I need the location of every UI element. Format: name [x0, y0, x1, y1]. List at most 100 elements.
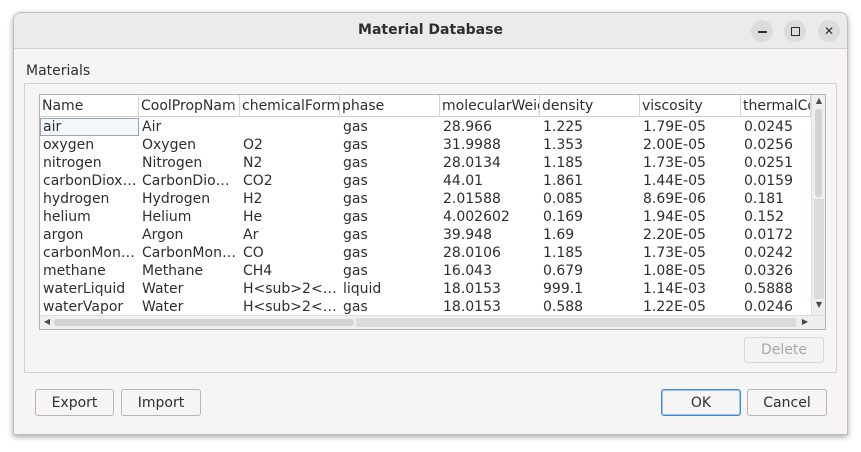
table-cell[interactable]: H<sub>2</…	[240, 298, 340, 316]
table-cell[interactable]: carbonMon…	[40, 244, 139, 262]
table-cell[interactable]: CO	[240, 244, 340, 262]
table-cell[interactable]: argon	[40, 226, 139, 244]
table-row[interactable]: carbonDiox… CarbonDio… CO2 gas 44.01 1.861 1.4…	[40, 172, 811, 190]
table-cell[interactable]: 28.0106	[440, 244, 540, 262]
table-cell[interactable]: Hydrogen	[139, 190, 240, 208]
arrow-down-icon[interactable]: ▼	[812, 300, 825, 309]
table-cell[interactable]: 44.01	[440, 172, 540, 190]
vertical-scroll-thumb[interactable]	[815, 109, 822, 197]
table-cell[interactable]: Water	[139, 298, 240, 316]
table-cell[interactable]: 1.185	[540, 244, 640, 262]
column-header-phase[interactable]: phase	[340, 95, 440, 117]
minimize-button[interactable]	[751, 20, 773, 42]
table-cell[interactable]: 1.861	[540, 172, 640, 190]
table-cell[interactable]: Methane	[139, 262, 240, 280]
table-cell[interactable]: gas	[340, 208, 440, 226]
table-cell[interactable]: 0.169	[540, 208, 640, 226]
table-cell[interactable]: 1.69	[540, 226, 640, 244]
table-cell[interactable]: 0.181	[741, 190, 811, 208]
table-cell[interactable]: 1.73E-05	[640, 154, 741, 172]
table-cell[interactable]: 18.0153	[440, 298, 540, 316]
table-cell[interactable]: H<sub>2</…	[240, 280, 340, 298]
table-row[interactable]: helium Helium He gas 4.002602 0.169 1.94E-05 0.…	[40, 208, 811, 226]
table-cell[interactable]: liquid	[340, 280, 440, 298]
table-cell[interactable]: 1.08E-05	[640, 262, 741, 280]
cancel-button[interactable]: Cancel	[747, 389, 827, 416]
table-cell[interactable]: He	[240, 208, 340, 226]
table-cell[interactable]: 1.225	[540, 118, 640, 136]
table-cell[interactable]: 1.14E-03	[640, 280, 741, 298]
column-header-viscosity[interactable]: viscosity	[640, 95, 741, 117]
horizontal-scrollbar[interactable]: ◀ ▶	[40, 315, 825, 329]
table-cell[interactable]: 0.0246	[741, 298, 811, 316]
table-row[interactable]: waterLiquid Water H<sub>2</… liquid 18.0153 9…	[40, 280, 811, 298]
table-cell[interactable]: gas	[340, 244, 440, 262]
column-header-thermalconductivity[interactable]: thermalCo	[741, 95, 811, 117]
table-cell[interactable]: gas	[340, 226, 440, 244]
table-cell[interactable]: CO2	[240, 172, 340, 190]
table-cell[interactable]: 2.20E-05	[640, 226, 741, 244]
table-cell[interactable]: helium	[40, 208, 139, 226]
table-row[interactable]: air Air gas 28.966 1.225 1.79E-05 0.0245	[40, 118, 811, 136]
table-cell[interactable]: 1.94E-05	[640, 208, 741, 226]
vertical-scroll-track[interactable]	[814, 199, 824, 299]
table-cell[interactable]: gas	[340, 172, 440, 190]
vertical-scrollbar[interactable]: ▲ ▼	[811, 95, 825, 315]
table-cell[interactable]: 0.0256	[741, 136, 811, 154]
table-cell[interactable]: 0.0242	[741, 244, 811, 262]
column-header-name[interactable]: Name	[40, 95, 139, 117]
table-cell[interactable]: CarbonDio…	[139, 172, 240, 190]
horizontal-scroll-thumb[interactable]	[54, 319, 354, 326]
table-cell[interactable]: gas	[340, 118, 440, 136]
table-cell[interactable]: 16.043	[440, 262, 540, 280]
column-header-molecularweight[interactable]: molecularWeig	[440, 95, 540, 117]
table-cell[interactable]: 0.588	[540, 298, 640, 316]
table-cell[interactable]: nitrogen	[40, 154, 139, 172]
table-cell[interactable]: 0.5888	[741, 280, 811, 298]
arrow-up-icon[interactable]: ▲	[812, 96, 825, 105]
table-cell[interactable]: Air	[139, 118, 240, 136]
table-cell[interactable]: methane	[40, 262, 139, 280]
table-cell[interactable]: N2	[240, 154, 340, 172]
table-cell[interactable]: Ar	[240, 226, 340, 244]
table-cell[interactable]: 1.185	[540, 154, 640, 172]
materials-table[interactable]: Name CoolPropNam chemicalFormu phase mol…	[39, 94, 826, 330]
table-cell[interactable]: 0.0251	[741, 154, 811, 172]
table-cell[interactable]: gas	[340, 262, 440, 280]
table-cell[interactable]: Oxygen	[139, 136, 240, 154]
horizontal-scroll-track[interactable]	[356, 318, 796, 327]
export-button[interactable]: Export	[35, 389, 114, 416]
maximize-button[interactable]	[784, 20, 806, 42]
table-cell[interactable]: Argon	[139, 226, 240, 244]
table-row[interactable]: hydrogen Hydrogen H2 gas 2.01588 0.085 8.69E-0…	[40, 190, 811, 208]
table-cell[interactable]: 28.0134	[440, 154, 540, 172]
arrow-left-icon[interactable]: ◀	[40, 317, 54, 326]
delete-button[interactable]: Delete	[744, 337, 824, 363]
table-cell[interactable]: 0.0326	[741, 262, 811, 280]
table-cell[interactable]: gas	[340, 136, 440, 154]
table-cell[interactable]: 999.1	[540, 280, 640, 298]
column-header-coolpropname[interactable]: CoolPropNam	[139, 95, 240, 117]
column-header-chemicalformula[interactable]: chemicalFormu	[240, 95, 340, 117]
table-cell[interactable]: 1.73E-05	[640, 244, 741, 262]
table-cell[interactable]: 18.0153	[440, 280, 540, 298]
table-cell[interactable]: carbonDiox…	[40, 172, 139, 190]
table-cell[interactable]: 0.0172	[741, 226, 811, 244]
table-cell[interactable]: 1.22E-05	[640, 298, 741, 316]
title-bar[interactable]: Material Database ✕	[14, 13, 847, 49]
table-cell[interactable]: gas	[340, 154, 440, 172]
table-cell[interactable]: 2.01588	[440, 190, 540, 208]
table-cell[interactable]: 8.69E-06	[640, 190, 741, 208]
close-button[interactable]: ✕	[818, 20, 840, 42]
table-cell[interactable]: O2	[240, 136, 340, 154]
column-header-density[interactable]: density	[540, 95, 640, 117]
table-cell[interactable]: air	[40, 118, 139, 136]
table-cell[interactable]: 0.0159	[741, 172, 811, 190]
table-cell[interactable]: Water	[139, 280, 240, 298]
table-cell[interactable]: gas	[340, 298, 440, 316]
table-cell[interactable]: 1.79E-05	[640, 118, 741, 136]
table-row[interactable]: methane Methane CH4 gas 16.043 0.679 1.08E-05 0…	[40, 262, 811, 280]
arrow-right-icon[interactable]: ▶	[798, 317, 812, 326]
table-cell[interactable]: 0.0245	[741, 118, 811, 136]
table-cell[interactable]: oxygen	[40, 136, 139, 154]
